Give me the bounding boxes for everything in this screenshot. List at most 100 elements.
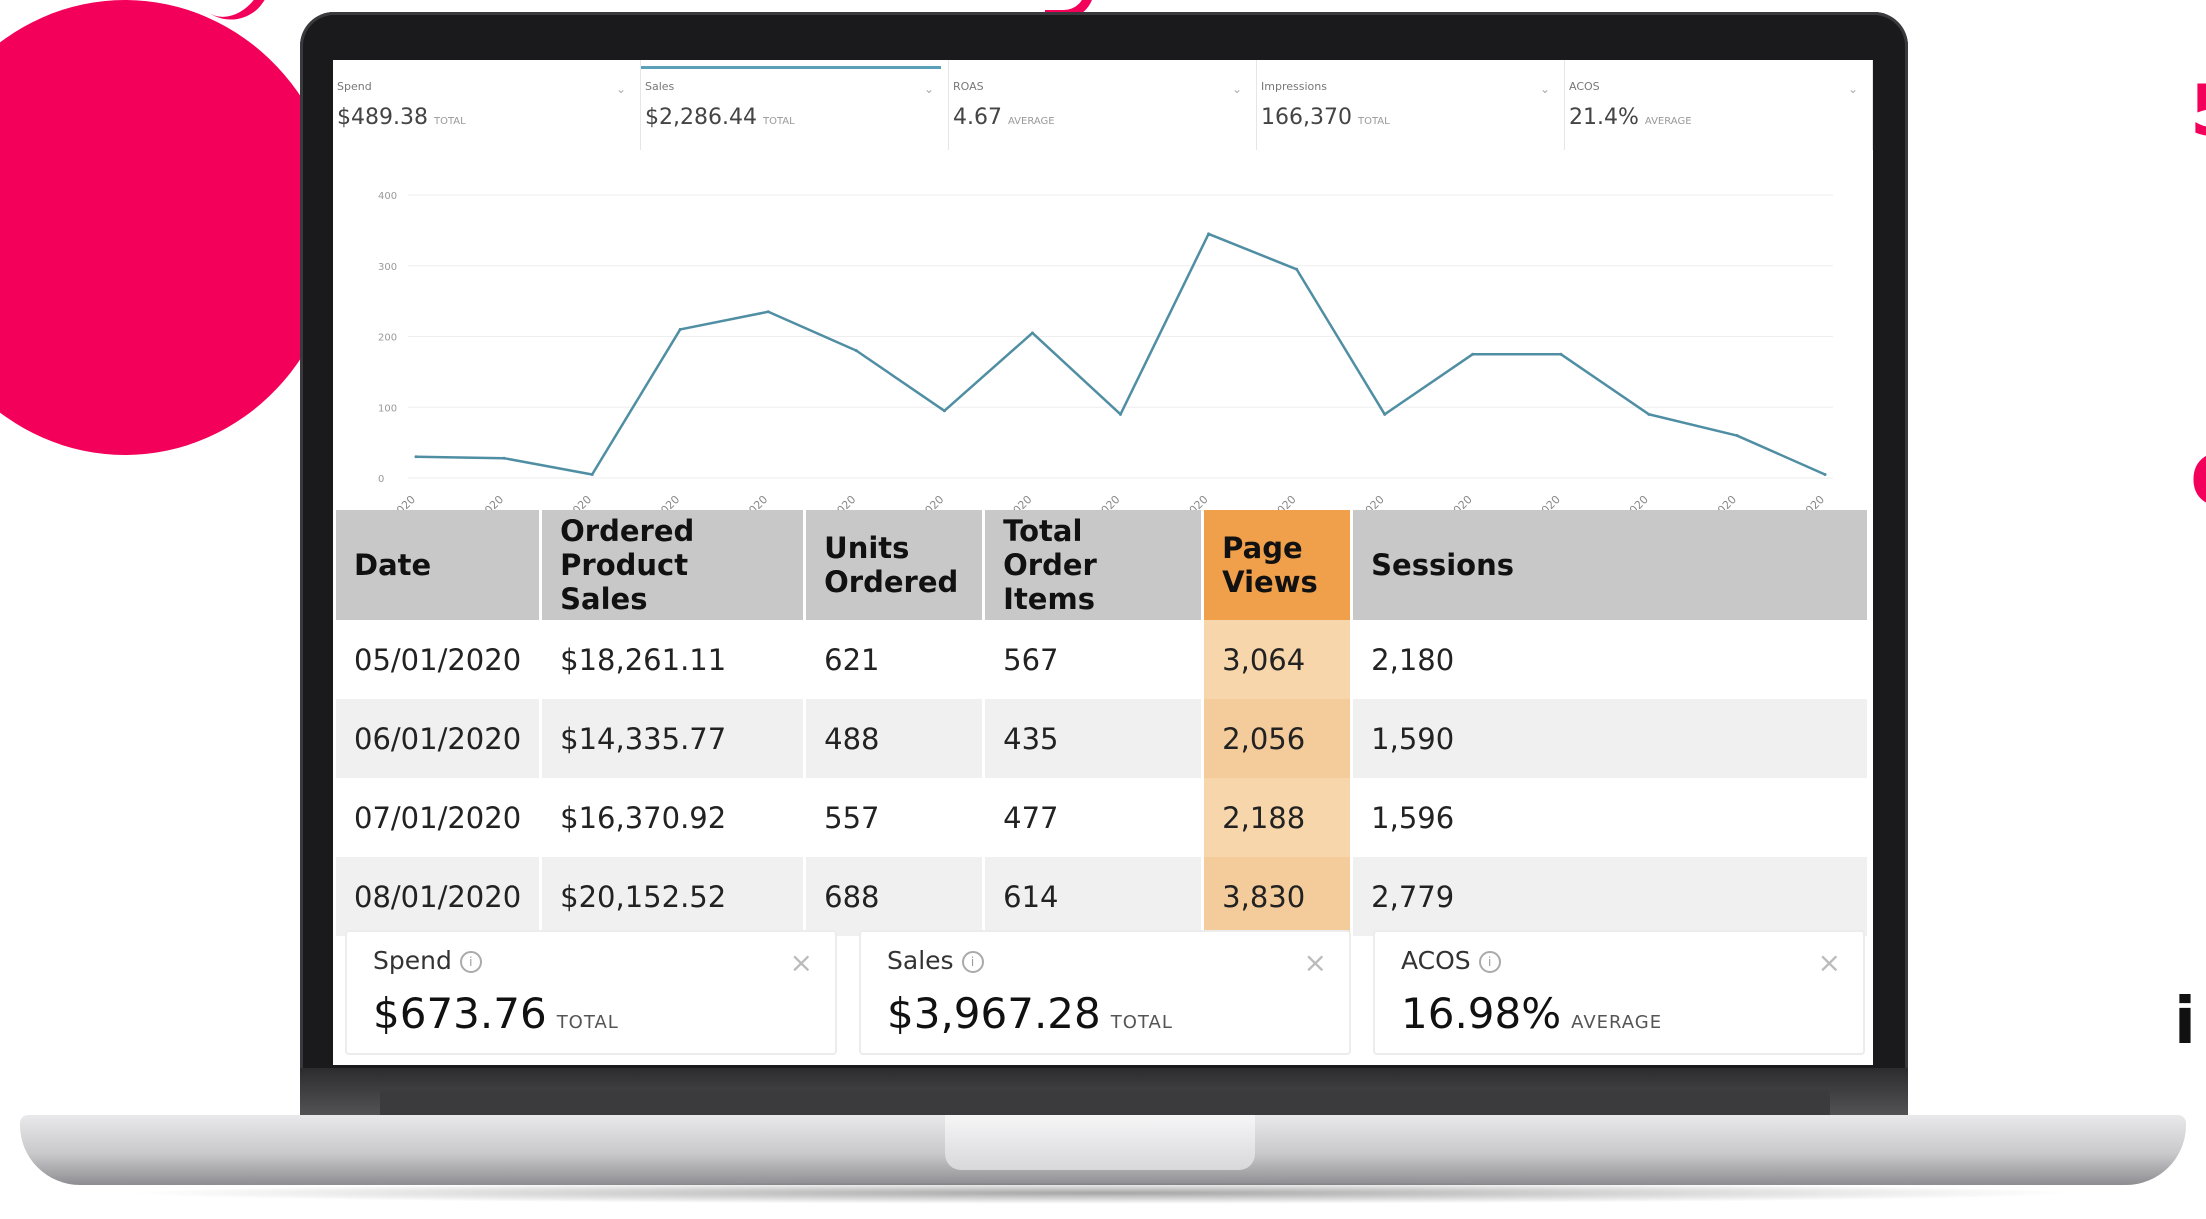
data-point (1735, 434, 1739, 438)
summary-value: $3,967.28 (887, 989, 1101, 1038)
info-icon[interactable]: i (459, 951, 482, 973)
summary-label: Sales (887, 946, 954, 975)
data-point (1823, 472, 1827, 476)
cell-sessions: 1,590 (1351, 699, 1870, 778)
metric-unit: TOTAL (762, 116, 795, 127)
metric-tile-roas[interactable]: ROAS ⌄ 4.67 AVERAGE (949, 60, 1257, 150)
metric-tile-acos[interactable]: ACOS ⌄ 21.4% AVERAGE (1565, 60, 1873, 150)
metric-unit: AVERAGE (1644, 116, 1692, 127)
cell-units-ordered: 688 (804, 857, 986, 936)
data-point (1559, 352, 1563, 356)
summary-unit: TOTAL (1110, 1012, 1173, 1033)
metric-selector-row: Spend ⌄ $489.38 TOTAL Sales ⌄ $2,286.44 TO… (333, 60, 1873, 150)
metric-label: Impressions (1261, 80, 1327, 93)
summary-unit: AVERAGE (1571, 1012, 1663, 1033)
table-row: 07/01/2020 $16,370.92 557 477 2,188 1,59… (336, 778, 1870, 857)
summary-unit: TOTAL (556, 1012, 619, 1033)
summary-cards: Spend i × $673.76 TOTAL Sales i × $3,967.28… (345, 930, 1865, 1055)
metric-label: ROAS (953, 80, 984, 93)
metric-unit: TOTAL (433, 116, 466, 127)
data-point (942, 409, 946, 413)
column-header-date[interactable]: Date (336, 510, 543, 620)
cell-units-ordered: 557 (804, 778, 986, 857)
data-point (1295, 267, 1299, 271)
info-icon[interactable]: i (961, 951, 984, 973)
cell-total-order-items: 477 (983, 778, 1205, 857)
chevron-down-icon[interactable]: ⌄ (1848, 82, 1858, 96)
cell-ordered-product-sales: $20,152.52 (540, 857, 807, 936)
cell-date: 08/01/2020 (336, 857, 543, 936)
data-point (590, 472, 594, 476)
y-tick-label: 400 (378, 191, 397, 202)
business-report-table: Date Ordered Product Sales Units Ordered T… (336, 510, 1870, 936)
y-tick-label: 300 (378, 262, 397, 273)
cell-date: 06/01/2020 (336, 699, 543, 778)
cell-total-order-items: 567 (983, 620, 1205, 699)
data-point (1207, 232, 1211, 236)
laptop-screen: Spend ⌄ $489.38 TOTAL Sales ⌄ $2,286.44 TO… (333, 60, 1873, 1065)
metric-value: 4.67 (953, 105, 1002, 130)
cell-page-views: 3,064 (1202, 620, 1354, 699)
cell-ordered-product-sales: $14,335.77 (540, 699, 807, 778)
info-icon[interactable]: i (1478, 951, 1501, 973)
close-icon[interactable]: × (1304, 946, 1327, 979)
metric-tile-impressions[interactable]: Impressions ⌄ 166,370 TOTAL (1257, 60, 1565, 150)
y-tick-label: 0 (378, 474, 384, 485)
chevron-down-icon[interactable]: ⌄ (1232, 82, 1242, 96)
cell-total-order-items: 435 (983, 699, 1205, 778)
column-header-sessions[interactable]: Sessions (1351, 510, 1870, 620)
data-point (1647, 412, 1651, 416)
close-icon[interactable]: × (1818, 946, 1841, 979)
table-row: 06/01/2020 $14,335.77 488 435 2,056 1,59… (336, 699, 1870, 778)
cropped-edge-glyph: C (2190, 440, 2206, 522)
data-point (1383, 412, 1387, 416)
cell-ordered-product-sales: $18,261.11 (540, 620, 807, 699)
y-tick-label: 200 (378, 333, 397, 344)
column-header-ordered-product-sales[interactable]: Ordered Product Sales (540, 510, 807, 620)
summary-card-spend[interactable]: Spend i × $673.76 TOTAL (345, 930, 837, 1055)
cell-page-views: 3,830 (1202, 857, 1354, 936)
cell-sessions: 2,779 (1351, 857, 1870, 936)
cell-date: 07/01/2020 (336, 778, 543, 857)
cropped-edge-glyph: i (2174, 985, 2196, 1059)
sales-series-line (415, 232, 1826, 476)
column-header-page-views[interactable]: Page Views (1202, 510, 1354, 620)
cell-page-views: 2,188 (1202, 778, 1354, 857)
data-point (854, 349, 858, 353)
decorative-pink-circle (0, 0, 340, 455)
cell-units-ordered: 621 (804, 620, 986, 699)
chevron-down-icon[interactable]: ⌄ (1540, 82, 1550, 96)
data-point (502, 456, 506, 460)
summary-card-acos[interactable]: ACOS i × 16.98% AVERAGE (1373, 930, 1865, 1055)
data-point (1030, 331, 1034, 335)
metric-unit: AVERAGE (1007, 116, 1055, 127)
table-row: 05/01/2020 $18,261.11 621 567 3,064 2,18… (336, 620, 1870, 699)
cell-page-views: 2,056 (1202, 699, 1354, 778)
summary-value: 16.98% (1401, 989, 1562, 1038)
close-icon[interactable]: × (790, 946, 813, 979)
promo-stage: 5 C i Spend ⌄ $489.38 TOTAL Sales ⌄ $2,28… (0, 0, 2206, 1219)
metric-tile-spend[interactable]: Spend ⌄ $489.38 TOTAL (333, 60, 641, 150)
table-header-row: Date Ordered Product Sales Units Ordered T… (336, 510, 1870, 620)
summary-card-sales[interactable]: Sales i × $3,967.28 TOTAL (859, 930, 1351, 1055)
cell-sessions: 1,596 (1351, 778, 1870, 857)
metric-value: $489.38 (337, 105, 428, 130)
laptop-notch (945, 1115, 1255, 1170)
metric-tile-sales[interactable]: Sales ⌄ $2,286.44 TOTAL (641, 60, 949, 150)
data-point (414, 455, 418, 459)
metric-label: Spend (337, 80, 372, 93)
table-row: 08/01/2020 $20,152.52 688 614 3,830 2,77… (336, 857, 1870, 936)
metric-value: 166,370 (1261, 105, 1352, 130)
chevron-down-icon[interactable]: ⌄ (616, 82, 626, 96)
data-point (1471, 352, 1475, 356)
column-header-total-order-items[interactable]: Total Order Items (983, 510, 1205, 620)
cell-sessions: 2,180 (1351, 620, 1870, 699)
cropped-edge-glyph: 5 (2190, 70, 2206, 152)
chevron-down-icon[interactable]: ⌄ (924, 82, 934, 96)
chart-canvas: 40030020010008/1/20208/2/20208/3/20208/4… (374, 191, 1833, 542)
column-header-units-ordered[interactable]: Units Ordered (804, 510, 986, 620)
data-point (1119, 412, 1122, 416)
cell-units-ordered: 488 (804, 699, 986, 778)
metric-value: 21.4% (1569, 105, 1639, 130)
metric-unit: TOTAL (1357, 116, 1390, 127)
